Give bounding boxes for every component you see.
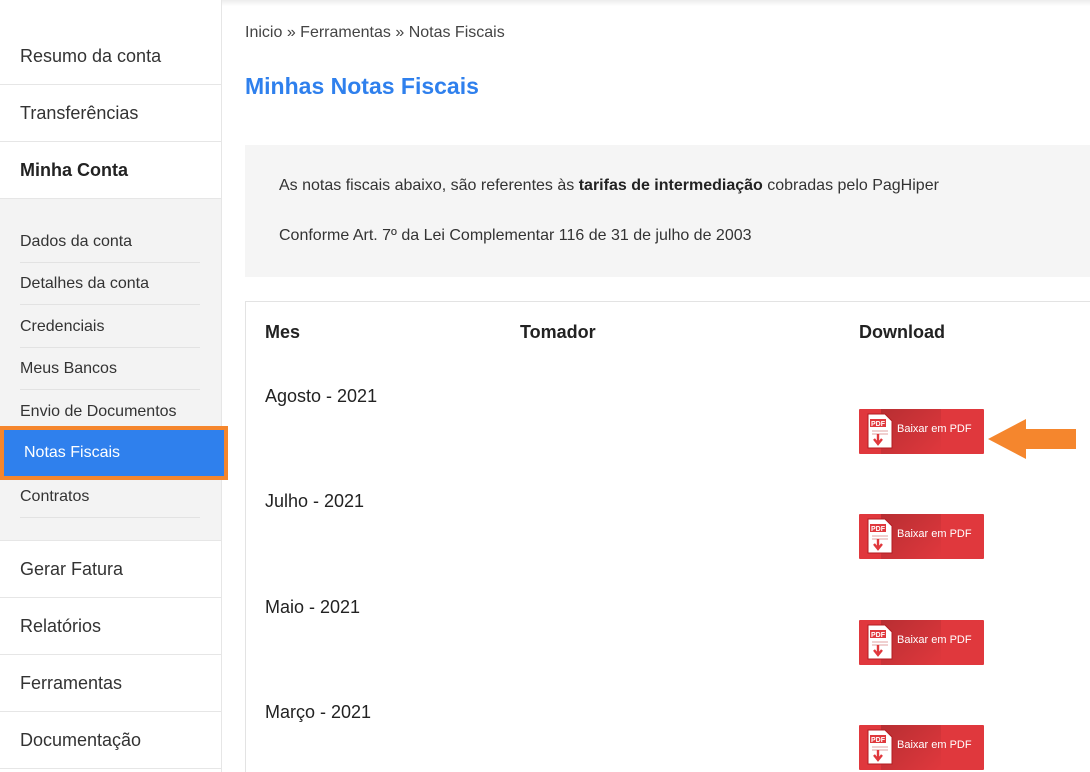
sidebar-subitem-credenciais[interactable]: Credenciais [20,306,200,348]
download-pdf-label: Baixar em PDF [897,423,972,435]
sidebar-submenu-minha-conta: Dados da conta Detalhes da conta Credenc… [0,199,228,541]
sidebar: Resumo da conta Transferências Minha Con… [0,0,228,772]
download-pdf-button[interactable]: PDF Baixar em PDF [859,725,984,770]
download-pdf-button[interactable]: PDF Baixar em PDF [859,409,984,454]
svg-text:PDF: PDF [871,526,886,533]
pdf-file-icon: PDF [867,413,893,449]
column-header-taker: Tomador [520,322,596,342]
download-pdf-button[interactable]: PDF Baixar em PDF [859,620,984,665]
info-line-law: Conforme Art. 7º da Lei Complementar 116… [279,227,752,244]
sidebar-item-relatorios[interactable]: Relatórios [0,598,221,655]
download-pdf-label: Baixar em PDF [897,528,972,540]
row-month-label: Março - 2021 [265,702,372,722]
main-content: Inicio » Ferramentas » Notas Fiscais Min… [245,0,1090,772]
svg-text:PDF: PDF [871,421,886,428]
sidebar-subitem-dados-da-conta[interactable]: Dados da conta [20,221,200,263]
info-text-bold: tarifas de intermediação [578,177,763,194]
download-pdf-label: Baixar em PDF [897,634,972,646]
download-pdf-label: Baixar em PDF [897,739,972,751]
info-line-tariffs: As notas fiscais abaixo, são referentes … [279,177,939,195]
pdf-file-icon: PDF [867,729,893,765]
sidebar-subitem-notas-fiscais[interactable]: Notas Fiscais [0,426,228,480]
info-text-pre: As notas fiscais abaixo, são referentes … [279,177,575,194]
svg-text:PDF: PDF [871,632,886,639]
info-text-post: cobradas pelo PagHiper [767,177,939,194]
sidebar-item-transferencias[interactable]: Transferências [0,85,221,142]
info-box: As notas fiscais abaixo, são referentes … [245,145,1090,277]
row-month-label: Julho - 2021 [265,491,365,511]
sidebar-subitem-detalhes-da-conta[interactable]: Detalhes da conta [20,263,200,305]
download-pdf-button[interactable]: PDF Baixar em PDF [859,514,984,559]
column-header-download: Download [859,322,945,342]
breadcrumb-home-link[interactable]: Inicio [245,24,282,41]
sidebar-item-ferramentas[interactable]: Ferramentas [0,655,221,712]
breadcrumb-current: Notas Fiscais [408,24,505,41]
sidebar-subitem-contratos[interactable]: Contratos [20,476,200,518]
svg-text:PDF: PDF [871,737,886,744]
breadcrumb-separator: » [286,24,296,41]
page: Resumo da conta Transferências Minha Con… [0,0,1090,772]
row-month-label: Agosto - 2021 [265,386,378,406]
breadcrumb-tools-link[interactable]: Ferramentas [300,24,391,41]
sidebar-item-gerar-fatura[interactable]: Gerar Fatura [0,541,221,598]
sidebar-item-resumo-da-conta[interactable]: Resumo da conta [0,0,221,85]
invoices-table: Mes Tomador Download Agosto - 2021 PDF B… [245,301,1090,772]
column-header-month: Mes [265,322,301,342]
page-title: Minhas Notas Fiscais [245,73,479,99]
callout-arrow-icon [988,419,1076,459]
sidebar-bottom-menu: Gerar Fatura Relatórios Ferramentas Docu… [0,541,221,769]
sidebar-subitem-meus-bancos[interactable]: Meus Bancos [20,348,200,390]
pdf-file-icon: PDF [867,624,893,660]
pdf-file-icon: PDF [867,518,893,554]
sidebar-top-menu: Resumo da conta Transferências Minha Con… [0,0,221,199]
row-month-label: Maio - 2021 [265,597,361,617]
breadcrumb: Inicio » Ferramentas » Notas Fiscais [245,24,505,42]
breadcrumb-separator: » [395,24,405,41]
sidebar-item-minha-conta[interactable]: Minha Conta [0,142,221,199]
sidebar-item-documentacao[interactable]: Documentação [0,712,221,769]
